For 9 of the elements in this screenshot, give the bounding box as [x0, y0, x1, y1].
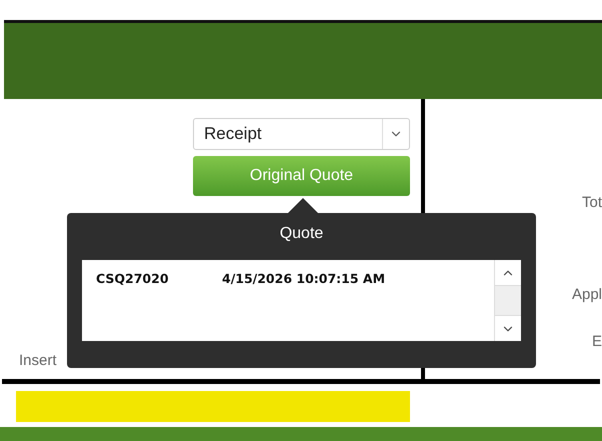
field-label: Insert	[19, 352, 58, 369]
quote-date[interactable]: 4/15/2026 10:07:15 AM	[222, 271, 386, 286]
popover-title: Quote	[280, 225, 324, 244]
quote-number[interactable]: CSQ27020	[96, 271, 222, 286]
field-label: Tot	[582, 194, 602, 211]
field-label: Appl	[572, 286, 602, 303]
scrollbar[interactable]	[494, 260, 521, 341]
document-select[interactable]: Receipt	[193, 118, 410, 150]
field-label: E	[592, 333, 602, 350]
